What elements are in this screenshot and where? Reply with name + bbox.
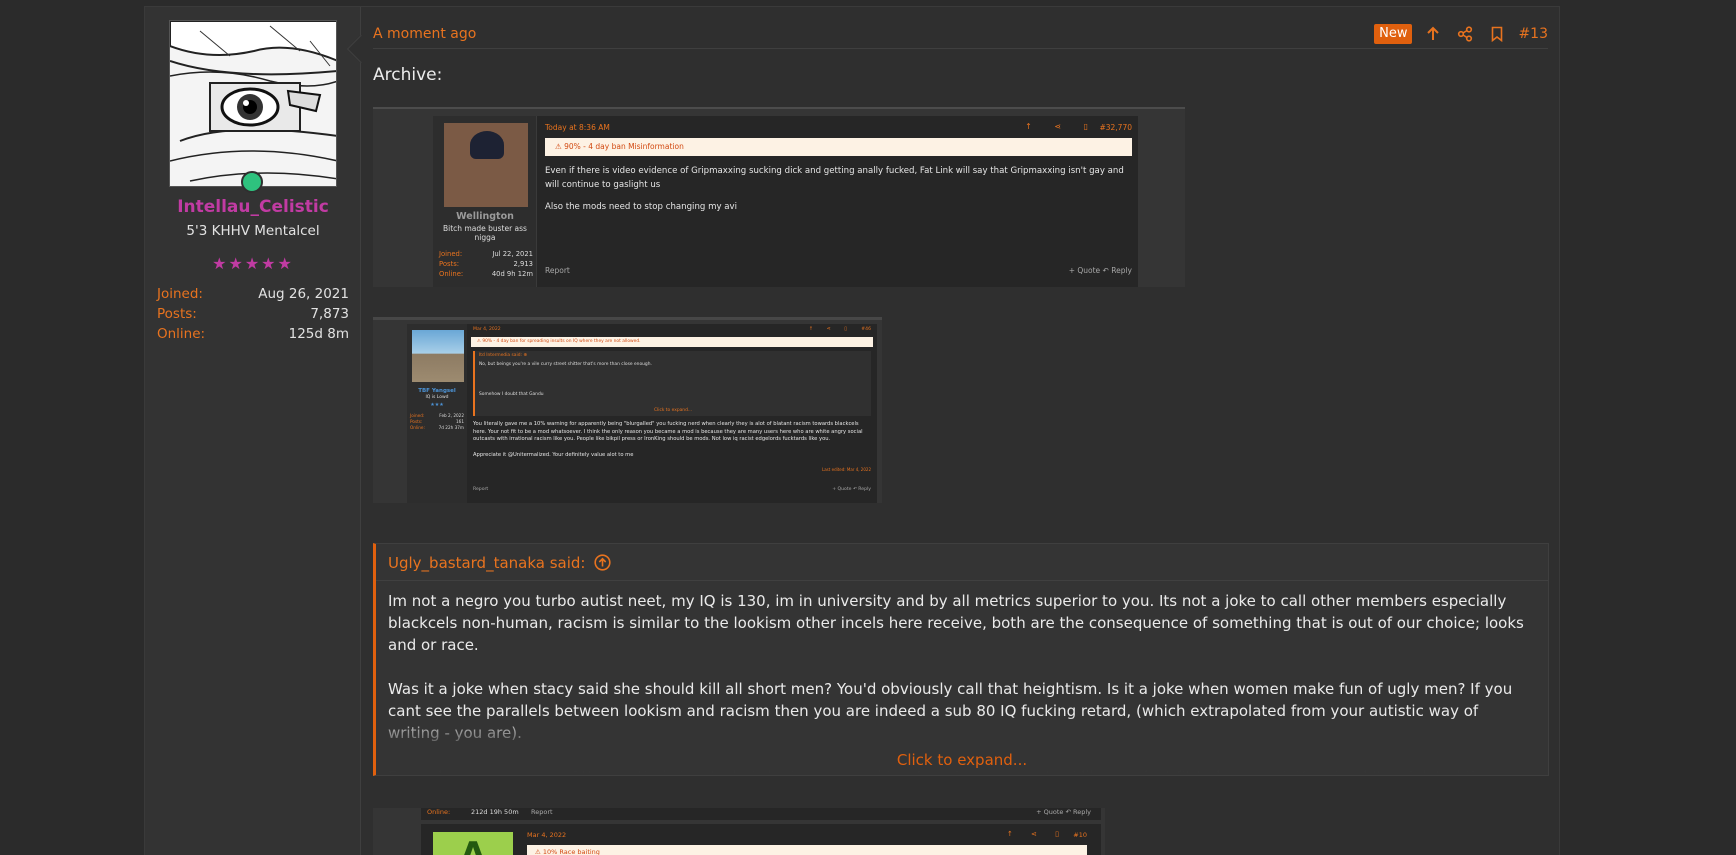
archived-report-link: Report	[473, 487, 489, 492]
avatar-image	[170, 21, 336, 186]
quote-block: Ugly_bastard_tanaka said: Im not a negro…	[373, 543, 1549, 776]
archived-screenshot-1[interactable]: Wellington Bitch made buster ass nigga J…	[373, 107, 1185, 287]
archived-post-card: Wellington Bitch made buster ass nigga J…	[433, 116, 1138, 287]
archived-quote-reply: + Quote ↶ Reply	[1068, 266, 1132, 275]
archived-user-title: Bitch made buster ass nigga	[443, 224, 527, 242]
archived-post-card: A Mar 4, 2022 ↑ ⋖ ▯ #10 ⚠ 10% Race baiti…	[421, 824, 1101, 855]
archived-post-number: #32,770	[1099, 123, 1132, 132]
archived-user-stats: Joined: Jul 22, 2021 Posts: 2,913 Online: 4…	[439, 250, 533, 278]
archived-post-text: Even if there is video evidence of Gripm…	[545, 166, 1124, 212]
archived-quote-block: Itd Intermedia said: ⊕ No, but beings yo…	[473, 351, 871, 416]
archived-user-panel: Wellington Bitch made buster ass nigga J…	[433, 116, 537, 287]
new-badge: New	[1374, 24, 1413, 44]
user-rating-stars: ★★★★★	[212, 254, 294, 273]
stat-joined: Joined: Aug 26, 2021	[157, 286, 349, 302]
user-info-panel: Intellau_Celistic 5'3 KHHV Mentalcel ★★★…	[145, 7, 361, 855]
user-title: 5'3 KHHV Mentalcel	[186, 223, 320, 239]
archived-screenshot-3[interactable]: Online: 212d 19h 50m Report + Quote ↶ Re…	[373, 808, 1105, 855]
archived-post-time: Today at 8:36 AM	[545, 123, 610, 132]
stat-posts: Posts: 7,873	[157, 306, 349, 322]
post-content: A moment ago New #13 Archive: Wellington…	[362, 7, 1559, 855]
archived-post-footer: Online: 212d 19h 50m Report + Quote ↶ Re…	[421, 808, 1101, 820]
archived-action-icons: ↑ ⋖ ▯	[1006, 830, 1067, 838]
quote-header[interactable]: Ugly_bastard_tanaka said:	[376, 544, 1548, 581]
arrow-up-icon[interactable]	[1422, 23, 1444, 45]
archived-user-title: IQ is Lowd	[425, 395, 449, 400]
archived-action-icons: ↑ ⋖ ▯	[808, 326, 853, 332]
online-status-indicator	[241, 171, 263, 193]
archived-warning-banner: ⚠ 90% - 4 day ban Misinformation	[545, 138, 1132, 156]
arrow-circle-up-icon[interactable]	[594, 554, 611, 575]
avatar[interactable]	[169, 20, 337, 187]
post-number-link[interactable]: #13	[1518, 26, 1548, 42]
archived-warning-banner: ⚠ 10% Race baiting	[527, 845, 1087, 855]
archived-avatar	[444, 123, 528, 207]
stat-online: Online: 125d 8m	[157, 326, 349, 342]
archived-quote-reply: + Quote ↶ Reply	[832, 487, 871, 492]
archived-user-panel: TBF Yangsel IQ is Lowd ★★★ Joined: Feb 2,…	[407, 324, 467, 503]
archived-username: Wellington	[456, 211, 514, 222]
archived-post-number: #46	[861, 327, 871, 332]
quote-author[interactable]: Ugly_bastard_tanaka said:	[388, 554, 585, 572]
archived-post-time: Mar 4, 2022	[473, 327, 501, 332]
archive-label: Archive:	[373, 65, 443, 85]
click-to-expand-link[interactable]: Click to expand...	[376, 751, 1548, 769]
quote-paragraph: Im not a negro you turbo autist neet, my…	[388, 592, 1524, 654]
archived-post-card: TBF Yangsel IQ is Lowd ★★★ Joined: Feb 2,…	[407, 324, 877, 503]
archived-report-link: Report	[545, 266, 570, 275]
archived-warning-banner: ⚠ 90% - 4 day ban for spreading insults …	[471, 337, 873, 347]
bookmark-icon[interactable]	[1486, 23, 1508, 45]
post-header: A moment ago New #13	[373, 19, 1548, 49]
archived-post-text: You literally gave me a 10% warning for …	[473, 421, 863, 442]
archived-post-body: Today at 8:36 AM ↑ ⋖ ▯ #32,770 ⚠ 90% - 4…	[545, 116, 1132, 287]
archived-action-icons: ↑ ⋖ ▯	[1025, 122, 1098, 131]
user-stats: Joined: Aug 26, 2021 Posts: 7,873 Online…	[157, 284, 349, 344]
archived-user-stats: Joined: Feb 2, 2022 Posts: 161 Online: 7d 2…	[410, 413, 464, 430]
archived-avatar	[412, 330, 464, 382]
archived-post-time: Mar 4, 2022	[527, 831, 567, 839]
archived-edited-note: Last edited: Mar 4, 2022	[822, 467, 871, 472]
post-container: Intellau_Celistic 5'3 KHHV Mentalcel ★★★…	[144, 6, 1560, 855]
archived-user-stars: ★★★	[430, 402, 444, 408]
archived-avatar: A	[433, 832, 513, 855]
archived-post-number: #10	[1073, 831, 1087, 839]
archived-username: TBF Yangsel	[418, 388, 456, 394]
post-actions: New #13	[1374, 23, 1548, 45]
archived-appreciate-text: Appreciate it @Unitermalized. Your defin…	[473, 452, 634, 458]
archived-post-body: Mar 4, 2022 ↑ ⋖ ▯ #46 ⚠ 90% - 4 day ban …	[471, 324, 873, 503]
archived-screenshot-2[interactable]: TBF Yangsel IQ is Lowd ★★★ Joined: Feb 2,…	[373, 317, 882, 503]
share-icon[interactable]	[1454, 23, 1476, 45]
username[interactable]: Intellau_Celistic	[145, 197, 361, 217]
post-time-link[interactable]: A moment ago	[373, 26, 476, 42]
